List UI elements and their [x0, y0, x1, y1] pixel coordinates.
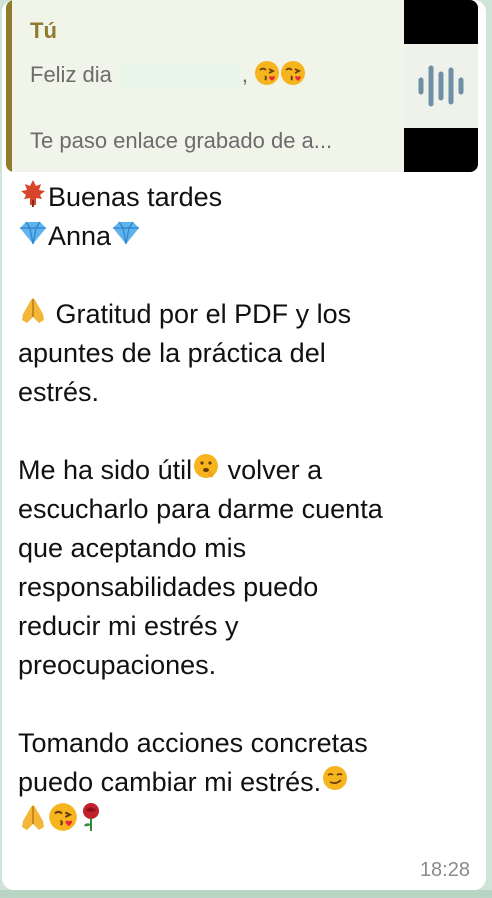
kiss-face-icon — [48, 802, 78, 843]
message-line: Me ha sido útil volver a — [18, 451, 458, 490]
audio-thumbnail[interactable] — [404, 0, 478, 172]
name-text: Anna — [48, 221, 112, 251]
reply-greeting: Feliz dia — [30, 61, 112, 87]
reply-text-line2: Te paso enlace grabado de a... — [30, 128, 333, 153]
message-line: escucharlo para darme cuenta — [18, 494, 383, 524]
message-line: apuntes de la práctica del — [18, 338, 326, 368]
message-line: puedo cambiar mi estrés. — [18, 763, 458, 802]
message-line: reducir mi estrés y — [18, 611, 239, 641]
smirk-face-icon — [321, 764, 349, 803]
audio-waveform-icon — [417, 60, 465, 112]
message-line: responsabilidades puedo — [18, 572, 319, 602]
reply-author: Tú — [30, 18, 57, 43]
message-line: Buenas tardes — [18, 178, 458, 217]
redacted-name — [119, 64, 240, 88]
useful-text: Me ha sido útil — [18, 455, 193, 485]
greeting-text: Buenas tardes — [48, 182, 223, 212]
message-line: Gratitud por el PDF y los — [18, 295, 458, 334]
message-line: estrés. — [18, 377, 100, 407]
message-line: que aceptando mis — [18, 533, 247, 563]
change-text: puedo cambiar mi estrés. — [18, 767, 322, 797]
gratitude-text: Gratitud por el PDF y los — [48, 299, 352, 329]
chat-background-strip — [0, 890, 492, 898]
message-text: Buenas tardes Anna Gratitud por el PDF y… — [18, 178, 458, 841]
maple-leaf-icon — [18, 178, 48, 219]
thinking-face-icon — [192, 452, 220, 491]
message-line — [18, 802, 458, 841]
rose-icon — [78, 802, 104, 843]
folded-hands-icon — [18, 802, 48, 843]
kiss-face-icon — [254, 60, 280, 92]
kiss-face-icon — [280, 60, 306, 92]
useful-text-rest: volver a — [220, 455, 323, 485]
reply-accent-bar — [6, 0, 12, 172]
reply-text-line1: Feliz dia, — [30, 60, 306, 92]
quoted-reply[interactable]: Tú Feliz dia, Te paso enlace grabado de … — [6, 0, 478, 172]
folded-hands-icon — [18, 295, 48, 336]
thumbnail-top-band — [404, 0, 478, 44]
gem-icon — [111, 218, 141, 257]
thumbnail-bottom-band — [404, 128, 478, 172]
reply-comma: , — [241, 61, 249, 87]
message-line: preocupaciones. — [18, 650, 217, 680]
gem-icon — [18, 218, 48, 257]
message-timestamp: 18:28 — [419, 859, 470, 881]
message-line: Tomando acciones concretas — [18, 728, 368, 758]
message-line: Anna — [18, 217, 458, 256]
message-bubble[interactable]: Tú Feliz dia, Te paso enlace grabado de … — [2, 0, 486, 890]
